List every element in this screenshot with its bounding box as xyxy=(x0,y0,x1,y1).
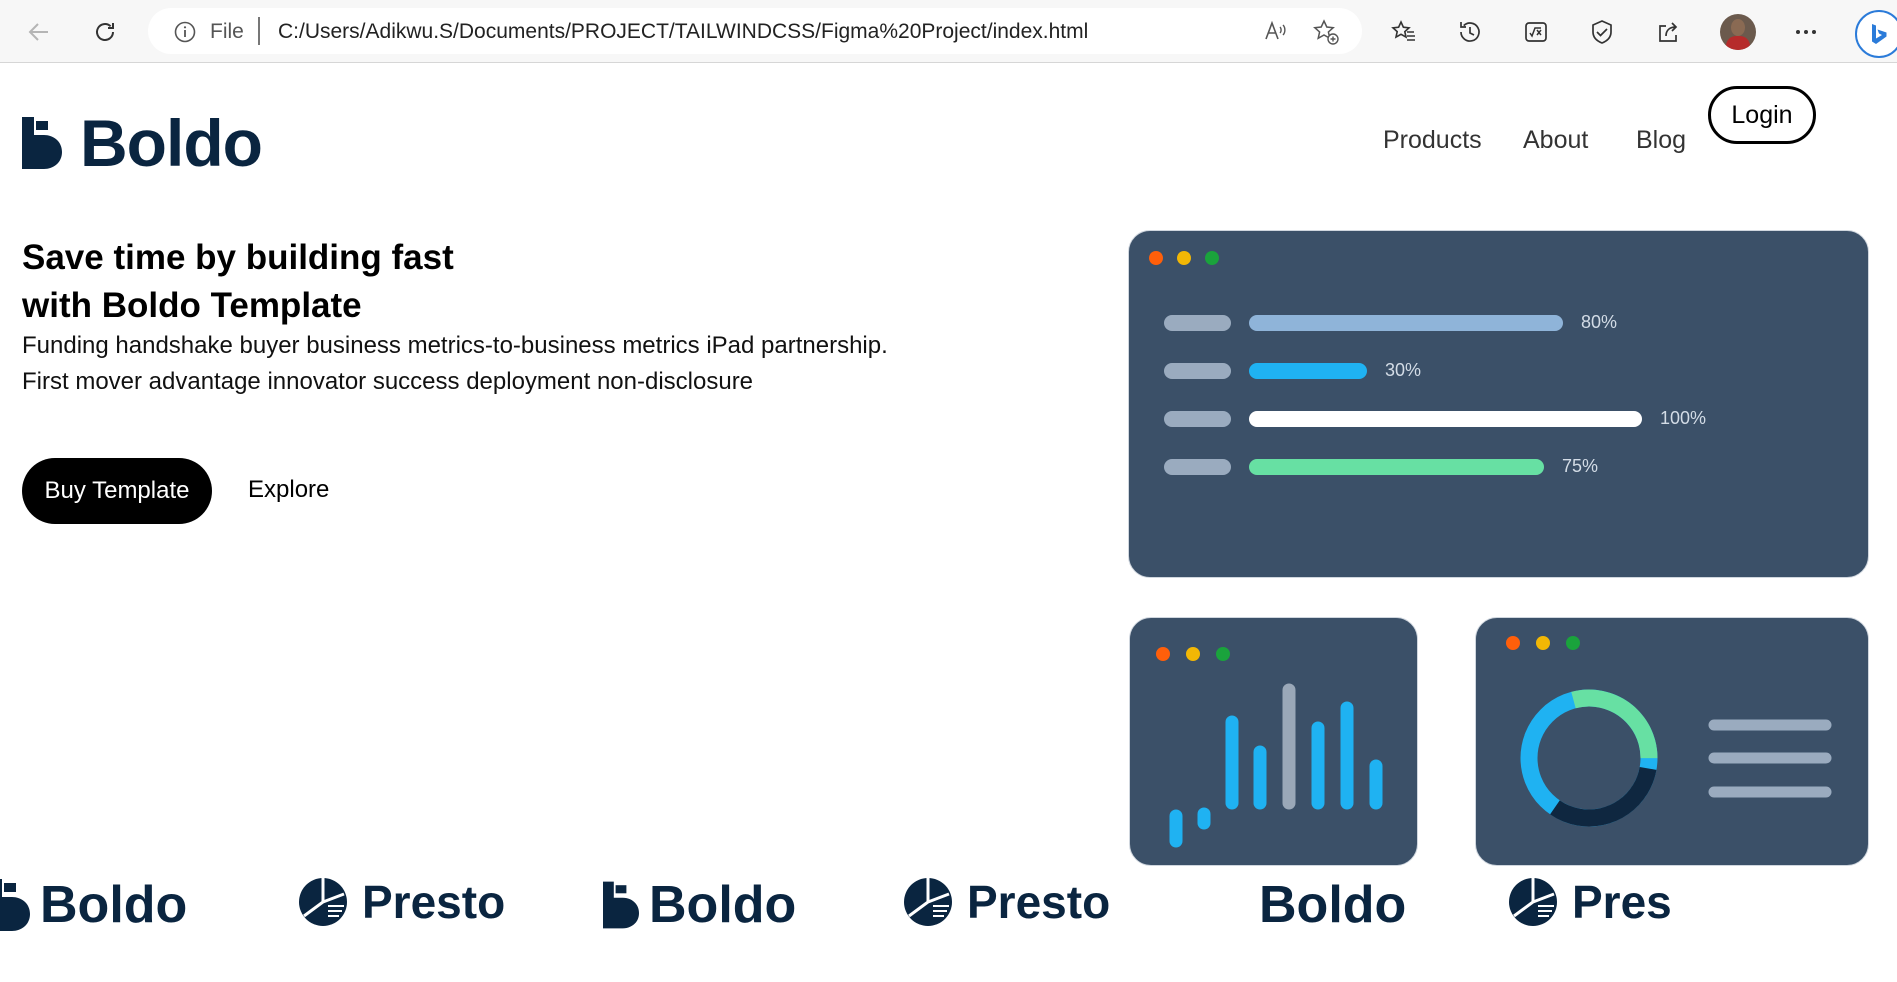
progress-bar xyxy=(1249,411,1642,427)
share-icon[interactable] xyxy=(1649,13,1687,51)
hero-title: Save time by building fast with Boldo Te… xyxy=(22,234,454,330)
back-arrow-icon[interactable] xyxy=(20,13,58,51)
nav-about[interactable]: About xyxy=(1523,126,1588,155)
file-label: File xyxy=(210,20,244,43)
progress-percent: 80% xyxy=(1581,312,1618,332)
avatar-face xyxy=(1731,19,1745,36)
buy-template-button[interactable]: Buy Template xyxy=(22,458,212,524)
favorites-icon[interactable] xyxy=(1385,13,1423,51)
presto-logo-icon xyxy=(1509,878,1557,926)
boldo-logo-icon xyxy=(22,117,62,169)
brand-name: Presto xyxy=(967,876,1111,928)
nav-products[interactable]: Products xyxy=(1383,126,1482,155)
brand-name: Boldo xyxy=(40,876,188,934)
progress-percent: 75% xyxy=(1562,456,1599,476)
boldo-logo-icon xyxy=(603,881,639,929)
profile-avatar[interactable] xyxy=(1720,14,1756,50)
boldo-logo-icon xyxy=(0,879,30,931)
browser-toolbar: File C:/Users/Adikwu.S/Documents/PROJECT… xyxy=(0,0,1897,63)
progress-row-label-placeholder xyxy=(1164,315,1231,331)
url-text[interactable]: C:/Users/Adikwu.S/Documents/PROJECT/TAIL… xyxy=(278,20,1088,44)
progress-percent: 100% xyxy=(1660,408,1707,428)
presto-logo-icon xyxy=(299,878,347,926)
window-dot-yellow xyxy=(1177,251,1191,265)
copilot-icon[interactable] xyxy=(1855,10,1897,58)
explore-link[interactable]: Explore xyxy=(248,476,329,504)
progress-bar xyxy=(1249,315,1563,331)
presto-logo-icon xyxy=(904,878,952,926)
history-icon[interactable] xyxy=(1451,13,1489,51)
hero-subtitle: Funding handshake buyer business metrics… xyxy=(22,328,888,400)
progress-bar xyxy=(1249,363,1367,379)
hero-title-line1: Save time by building fast xyxy=(22,238,454,277)
progress-card: 80% 30% 100% 75% xyxy=(1128,230,1869,578)
info-icon[interactable] xyxy=(174,21,196,48)
address-separator xyxy=(258,17,260,45)
brand-logo[interactable]: Boldo xyxy=(22,106,263,180)
brand-logo-boldo: Boldo xyxy=(0,875,187,935)
read-aloud-icon[interactable] xyxy=(1262,18,1288,49)
more-options-icon[interactable] xyxy=(1787,13,1825,51)
window-dot-red xyxy=(1149,251,1163,265)
progress-bar xyxy=(1249,459,1544,475)
browser-essentials-icon[interactable] xyxy=(1583,13,1621,51)
login-button[interactable]: Login xyxy=(1708,86,1816,144)
brand-logo-presto: Presto xyxy=(903,875,1110,929)
brand-name: Boldo xyxy=(80,106,263,180)
progress-row-label-placeholder xyxy=(1164,459,1231,475)
brand-logo-presto: Pres xyxy=(1508,875,1672,929)
progress-row-label-placeholder xyxy=(1164,411,1231,427)
brand-logo-boldo: Boldo xyxy=(603,875,796,935)
address-bar[interactable]: File C:/Users/Adikwu.S/Documents/PROJECT… xyxy=(148,8,1362,54)
bar-chart-card xyxy=(1129,617,1418,866)
window-dot-green xyxy=(1205,251,1219,265)
progress-row-label-placeholder xyxy=(1164,363,1231,379)
donut-segment-green xyxy=(1520,689,1658,827)
brand-logo-presto: Presto xyxy=(298,875,505,929)
brand-name: Boldo xyxy=(1259,876,1407,934)
refresh-icon[interactable] xyxy=(86,13,124,51)
progress-percent: 30% xyxy=(1385,360,1422,380)
bar-chart-graphic xyxy=(1169,683,1383,848)
donut-chart-graphic xyxy=(1520,689,1832,827)
donut-segment-dark xyxy=(1520,689,1658,827)
donut-chart-card xyxy=(1475,617,1869,866)
hero-subtitle-line2: First mover advantage innovator success … xyxy=(22,368,754,395)
brand-logo-boldo: Boldo xyxy=(1259,875,1406,935)
brand-name: Boldo xyxy=(649,876,797,934)
nav-blog[interactable]: Blog xyxy=(1636,126,1686,155)
avatar-shirt xyxy=(1726,36,1750,50)
hero-subtitle-line1: Funding handshake buyer business metrics… xyxy=(22,332,888,359)
brand-name: Pres xyxy=(1572,876,1672,928)
brand-name: Presto xyxy=(362,876,506,928)
math-solver-icon[interactable] xyxy=(1517,13,1555,51)
add-favorite-icon[interactable] xyxy=(1312,18,1340,51)
hero-title-line2: with Boldo Template xyxy=(22,286,362,325)
